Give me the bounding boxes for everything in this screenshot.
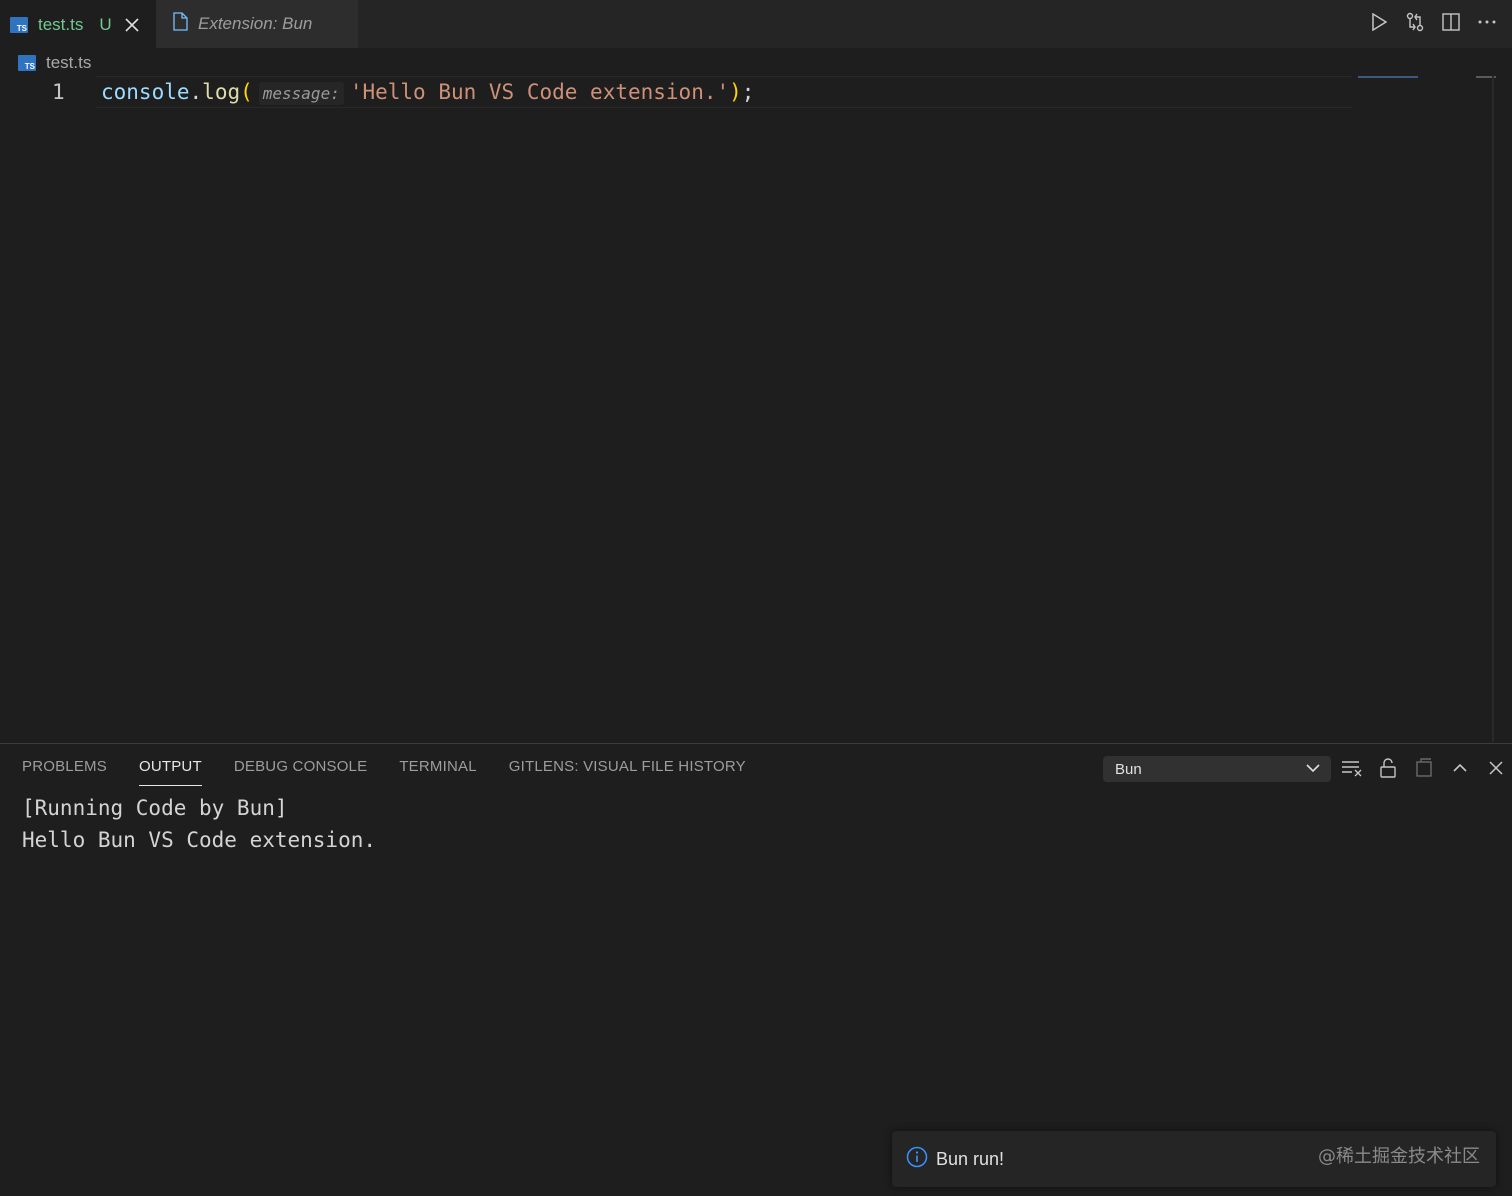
bottom-panel: PROBLEMS OUTPUT DEBUG CONSOLE TERMINAL G… bbox=[0, 743, 1512, 1196]
output-channel-select[interactable]: Bun bbox=[1103, 756, 1331, 782]
more-actions-icon[interactable] bbox=[1476, 10, 1498, 34]
close-panel-icon[interactable] bbox=[1484, 756, 1508, 780]
token-string: 'Hello Bun VS Code extension.' bbox=[349, 80, 730, 104]
breadcrumb[interactable]: TS test.ts bbox=[18, 50, 91, 76]
token-dot: . bbox=[189, 80, 203, 104]
chevron-down-icon bbox=[1305, 760, 1321, 780]
output-line: Hello Bun VS Code extension. bbox=[22, 828, 377, 852]
notification-message: Bun run! bbox=[936, 1148, 1005, 1169]
tab-label: test.ts bbox=[38, 14, 84, 34]
editor-toolbar bbox=[1368, 10, 1498, 34]
open-in-editor-icon[interactable] bbox=[1412, 756, 1436, 780]
token-open-paren: ( bbox=[240, 80, 253, 104]
token-semicolon: ; bbox=[741, 80, 755, 104]
tab-problems[interactable]: PROBLEMS bbox=[22, 758, 107, 786]
breadcrumb-file[interactable]: test.ts bbox=[46, 53, 91, 73]
panel-actions bbox=[1340, 756, 1508, 780]
minimap[interactable] bbox=[1358, 76, 1418, 78]
ts-file-icon: TS bbox=[10, 16, 28, 33]
code-line[interactable]: console.log(message: 'Hello Bun VS Code e… bbox=[101, 80, 755, 105]
code-editor[interactable]: 1 console.log(message: 'Hello Bun VS Code… bbox=[0, 76, 1496, 742]
token-close-paren: ) bbox=[729, 80, 742, 104]
maximize-panel-icon[interactable] bbox=[1448, 756, 1472, 780]
info-icon bbox=[906, 1146, 928, 1173]
file-icon bbox=[172, 12, 188, 36]
output-line: [Running Code by Bun] bbox=[22, 796, 288, 820]
tab-output[interactable]: OUTPUT bbox=[138, 758, 202, 786]
output-log: [Running Code by Bun] Hello Bun VS Code e… bbox=[22, 792, 376, 856]
line-number: 1 bbox=[52, 80, 65, 104]
tab-debug-console[interactable]: DEBUG CONSOLE bbox=[234, 758, 367, 786]
run-icon[interactable] bbox=[1368, 10, 1390, 34]
editor-tab-bar: TS test.ts U Extension: Bun bbox=[0, 0, 1512, 48]
tab-terminal[interactable]: TERMINAL bbox=[399, 758, 476, 786]
close-icon[interactable] bbox=[124, 17, 140, 33]
inlay-hint: message: bbox=[258, 82, 344, 105]
watermark: @稀土掘金技术社区 bbox=[1318, 1146, 1480, 1167]
vertical-scrollbar[interactable] bbox=[1492, 76, 1494, 742]
tab-extension-bun[interactable]: Extension: Bun bbox=[156, 0, 358, 48]
split-editor-icon[interactable] bbox=[1440, 10, 1462, 34]
token-function: log bbox=[202, 80, 241, 104]
clear-output-icon[interactable] bbox=[1340, 756, 1364, 780]
ts-file-icon: TS bbox=[18, 55, 36, 71]
untracked-badge: U bbox=[99, 14, 112, 34]
output-channel-value: Bun bbox=[1115, 760, 1142, 778]
token-object: console bbox=[101, 80, 190, 104]
tab-label: Extension: Bun bbox=[198, 14, 313, 33]
tab-test-ts[interactable]: TS test.ts U bbox=[0, 0, 156, 48]
panel-tabs: PROBLEMS OUTPUT DEBUG CONSOLE TERMINAL G… bbox=[22, 758, 778, 786]
compare-changes-icon[interactable] bbox=[1404, 10, 1426, 34]
unlock-icon[interactable] bbox=[1376, 756, 1400, 780]
tab-gitlens-visual-file-history[interactable]: GITLENS: VISUAL FILE HISTORY bbox=[509, 758, 746, 786]
